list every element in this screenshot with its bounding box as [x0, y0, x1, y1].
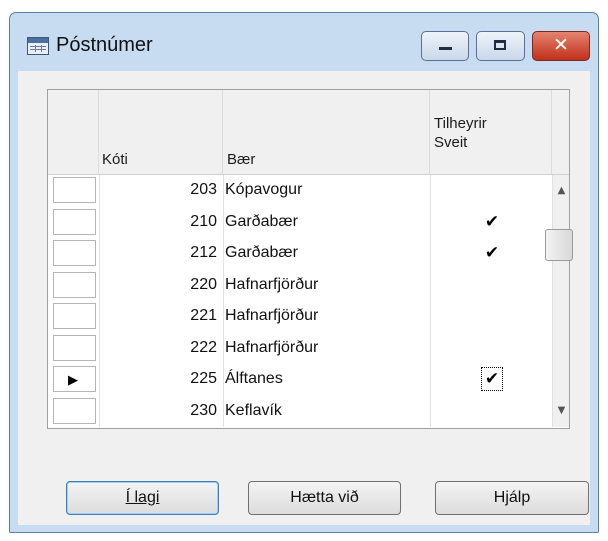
- table-row[interactable]: 221 Hafnarfjörður: [48, 301, 551, 331]
- cell-sveit-checkbox[interactable]: ✔: [432, 364, 552, 394]
- row-selector[interactable]: [53, 177, 96, 203]
- cell-baer[interactable]: Hafnarfjörður: [225, 333, 425, 363]
- cell-koti[interactable]: 221: [99, 301, 217, 331]
- cell-sveit-checkbox[interactable]: ✔: [432, 207, 552, 237]
- cell-baer[interactable]: Garðabær: [225, 238, 425, 268]
- header-koti-label: Kóti: [102, 151, 128, 168]
- cell-koti[interactable]: 203: [99, 175, 217, 205]
- minimize-button[interactable]: [421, 31, 469, 61]
- close-icon: ✕: [553, 34, 569, 56]
- dialog-client-area: Kóti Bær Tilheyrir Sveit 203 Kópavogur 210…: [18, 71, 590, 525]
- cell-koti[interactable]: 220: [99, 270, 217, 300]
- header-sveit[interactable]: Tilheyrir Sveit: [430, 90, 552, 174]
- cell-koti[interactable]: 222: [99, 333, 217, 363]
- table-row[interactable]: 222 Hafnarfjörður: [48, 333, 551, 363]
- help-button-label: Hjálp: [493, 489, 531, 506]
- postnumer-window: Póstnúmer ✕ Kóti Bær Tilheyrir Sveit 203…: [9, 12, 599, 533]
- header-scroll-spacer: [552, 90, 569, 174]
- cell-sveit-checkbox[interactable]: ✔: [432, 238, 552, 268]
- cell-sveit-checkbox[interactable]: [432, 270, 552, 300]
- checkmark-icon: ✔: [480, 367, 504, 391]
- maximize-icon: [494, 40, 506, 50]
- title-bar[interactable]: Póstnúmer ✕: [10, 13, 598, 71]
- header-sveit-label-line1: Tilheyrir: [434, 115, 487, 132]
- cell-sveit-checkbox[interactable]: [432, 301, 552, 331]
- cell-koti[interactable]: 210: [99, 207, 217, 237]
- table-row[interactable]: 203 Kópavogur: [48, 175, 551, 205]
- cell-baer[interactable]: Kópavogur: [225, 175, 425, 205]
- ok-button[interactable]: Í lagi: [66, 481, 219, 515]
- table-row[interactable]: ▶ 225 Álftanes ✔: [48, 364, 551, 394]
- row-selector[interactable]: [53, 271, 96, 298]
- cell-sveit-checkbox[interactable]: [432, 396, 552, 426]
- header-selector-column: [48, 90, 99, 174]
- header-baer-label: Bær: [227, 151, 256, 168]
- row-selector[interactable]: [53, 208, 96, 235]
- table-row[interactable]: 220 Hafnarfjörður: [48, 270, 551, 300]
- scroll-thumb[interactable]: [545, 229, 573, 261]
- cell-koti[interactable]: 225: [99, 364, 217, 394]
- cell-baer[interactable]: Garðabær: [225, 207, 425, 237]
- cell-sveit-checkbox[interactable]: [432, 175, 552, 205]
- vertical-scrollbar[interactable]: ▲ ▼: [545, 175, 573, 427]
- table-row[interactable]: 230 Keflavík: [48, 396, 551, 426]
- cancel-button-label: Hætta við: [290, 489, 359, 506]
- table-row[interactable]: 212 Garðabær ✔: [48, 238, 551, 268]
- table-header: Kóti Bær Tilheyrir Sveit: [48, 90, 569, 175]
- current-row-icon: ▶: [68, 373, 78, 388]
- cell-baer[interactable]: Hafnarfjörður: [225, 301, 425, 331]
- postcode-table: Kóti Bær Tilheyrir Sveit 203 Kópavogur 210…: [47, 89, 573, 429]
- table-row[interactable]: 210 Garðabær ✔: [48, 207, 551, 237]
- window-title: Póstnúmer: [56, 34, 153, 56]
- row-selector[interactable]: [53, 397, 96, 424]
- cell-koti[interactable]: 212: [99, 238, 217, 268]
- cell-baer[interactable]: Keflavík: [225, 396, 425, 426]
- row-selector[interactable]: [53, 334, 96, 361]
- cancel-button[interactable]: Hætta við: [248, 481, 401, 515]
- cell-sveit-checkbox[interactable]: [432, 333, 552, 363]
- row-selector[interactable]: [53, 303, 96, 329]
- checkmark-icon: ✔: [484, 211, 500, 232]
- row-selector[interactable]: [53, 240, 96, 266]
- table-icon: [27, 37, 49, 55]
- maximize-button[interactable]: [476, 31, 525, 61]
- minimize-icon: [439, 47, 452, 50]
- header-sveit-label-line2: Sveit: [434, 134, 468, 151]
- cell-baer[interactable]: Hafnarfjörður: [225, 270, 425, 300]
- help-button[interactable]: Hjálp: [435, 481, 589, 515]
- cell-koti[interactable]: 230: [99, 396, 217, 426]
- scroll-down-icon[interactable]: ▼: [553, 401, 570, 421]
- ok-button-label: Í lagi: [125, 489, 160, 506]
- header-koti[interactable]: Kóti: [99, 90, 223, 174]
- checkmark-icon: ✔: [484, 243, 500, 263]
- scroll-up-icon[interactable]: ▲: [553, 181, 570, 201]
- close-button[interactable]: ✕: [532, 31, 590, 61]
- cell-baer[interactable]: Álftanes: [225, 364, 425, 394]
- header-baer[interactable]: Bær: [223, 90, 430, 174]
- row-selector[interactable]: ▶: [53, 366, 96, 392]
